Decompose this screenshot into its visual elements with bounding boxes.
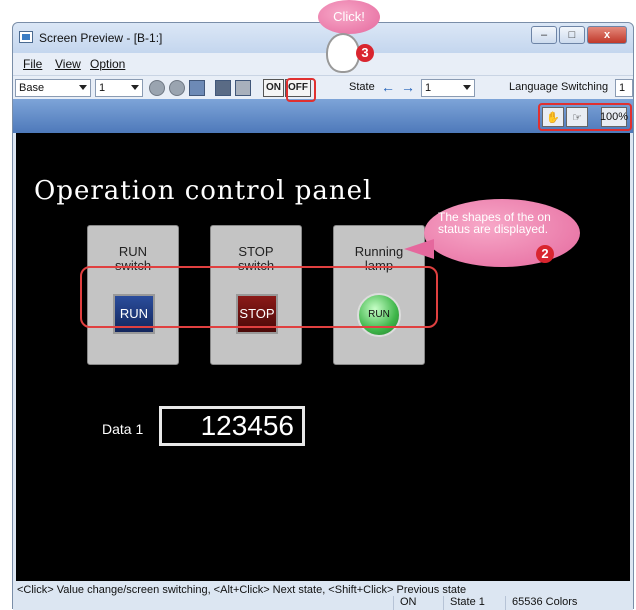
state-value: 1 [425, 82, 432, 94]
icons-highlight [538, 103, 632, 131]
on-status-highlight [80, 266, 438, 328]
forward-icon[interactable] [169, 80, 185, 96]
preview-window: Screen Preview - [B-1:] – □ x File View … [12, 22, 634, 610]
data-1-label: Data 1 [102, 421, 144, 437]
screen-type-select[interactable]: Base [15, 79, 91, 97]
status-hint: <Click> Value change/screen switching, <… [17, 584, 467, 596]
close-button[interactable]: x [587, 26, 627, 44]
state-label: State [349, 81, 375, 93]
mouse-icon [326, 33, 360, 73]
on-status-callout: The shapes of the on status are displaye… [404, 199, 580, 267]
status-state: State 1 [443, 596, 485, 610]
toolbar: Base 1 ON OFF State ← → 1 Language Switc… [13, 75, 633, 99]
window-controls: – □ x [531, 26, 627, 44]
window-title: Screen Preview - [B-1:] [39, 31, 163, 45]
step-3-badge: 3 [356, 44, 374, 62]
print-icon[interactable] [235, 80, 251, 96]
chevron-down-icon [463, 85, 471, 90]
click-callout: Click! [318, 0, 380, 34]
minimize-button[interactable]: – [531, 26, 557, 44]
status-onoff: ON [393, 596, 417, 610]
save-icon[interactable] [215, 80, 231, 96]
language-switching-label: Language Switching [509, 81, 609, 93]
screen-type-value: Base [19, 82, 45, 94]
menu-file[interactable]: File [23, 57, 42, 71]
state-next-icon[interactable]: → [401, 80, 415, 94]
off-button-highlight [286, 78, 316, 102]
page-title: Operation control panel [34, 176, 373, 206]
screen-number-select[interactable]: 1 [95, 79, 143, 97]
status-colors: 65536 Colors [505, 596, 577, 610]
state-select[interactable]: 1 [421, 79, 475, 97]
menu-view[interactable]: View [55, 57, 81, 71]
status-bar: <Click> Value change/screen switching, <… [13, 582, 633, 610]
data-1-display[interactable]: 123456 [159, 406, 305, 446]
language-switching-value: 1 [619, 82, 626, 94]
on-status-callout-text: The shapes of the on status are displaye… [438, 210, 551, 236]
app-icon [19, 31, 33, 43]
title-bar: Screen Preview - [B-1:] – □ x [13, 23, 633, 53]
callout-tail [404, 239, 434, 259]
menu-option[interactable]: Option [90, 57, 125, 71]
preview-screen: Operation control panel RUN switch RUN S… [16, 133, 630, 581]
maximize-button[interactable]: □ [559, 26, 585, 44]
screen-icon[interactable] [189, 80, 205, 96]
menu-bar: File View Option [13, 53, 633, 75]
step-2-badge: 2 [536, 245, 554, 263]
chevron-down-icon [131, 85, 139, 90]
on-button[interactable]: ON [263, 79, 284, 97]
state-prev-icon[interactable]: ← [381, 80, 395, 94]
screen-number-value: 1 [99, 82, 106, 94]
chevron-down-icon [79, 85, 87, 90]
language-switching-field[interactable]: 1 [615, 79, 633, 97]
back-icon[interactable] [149, 80, 165, 96]
